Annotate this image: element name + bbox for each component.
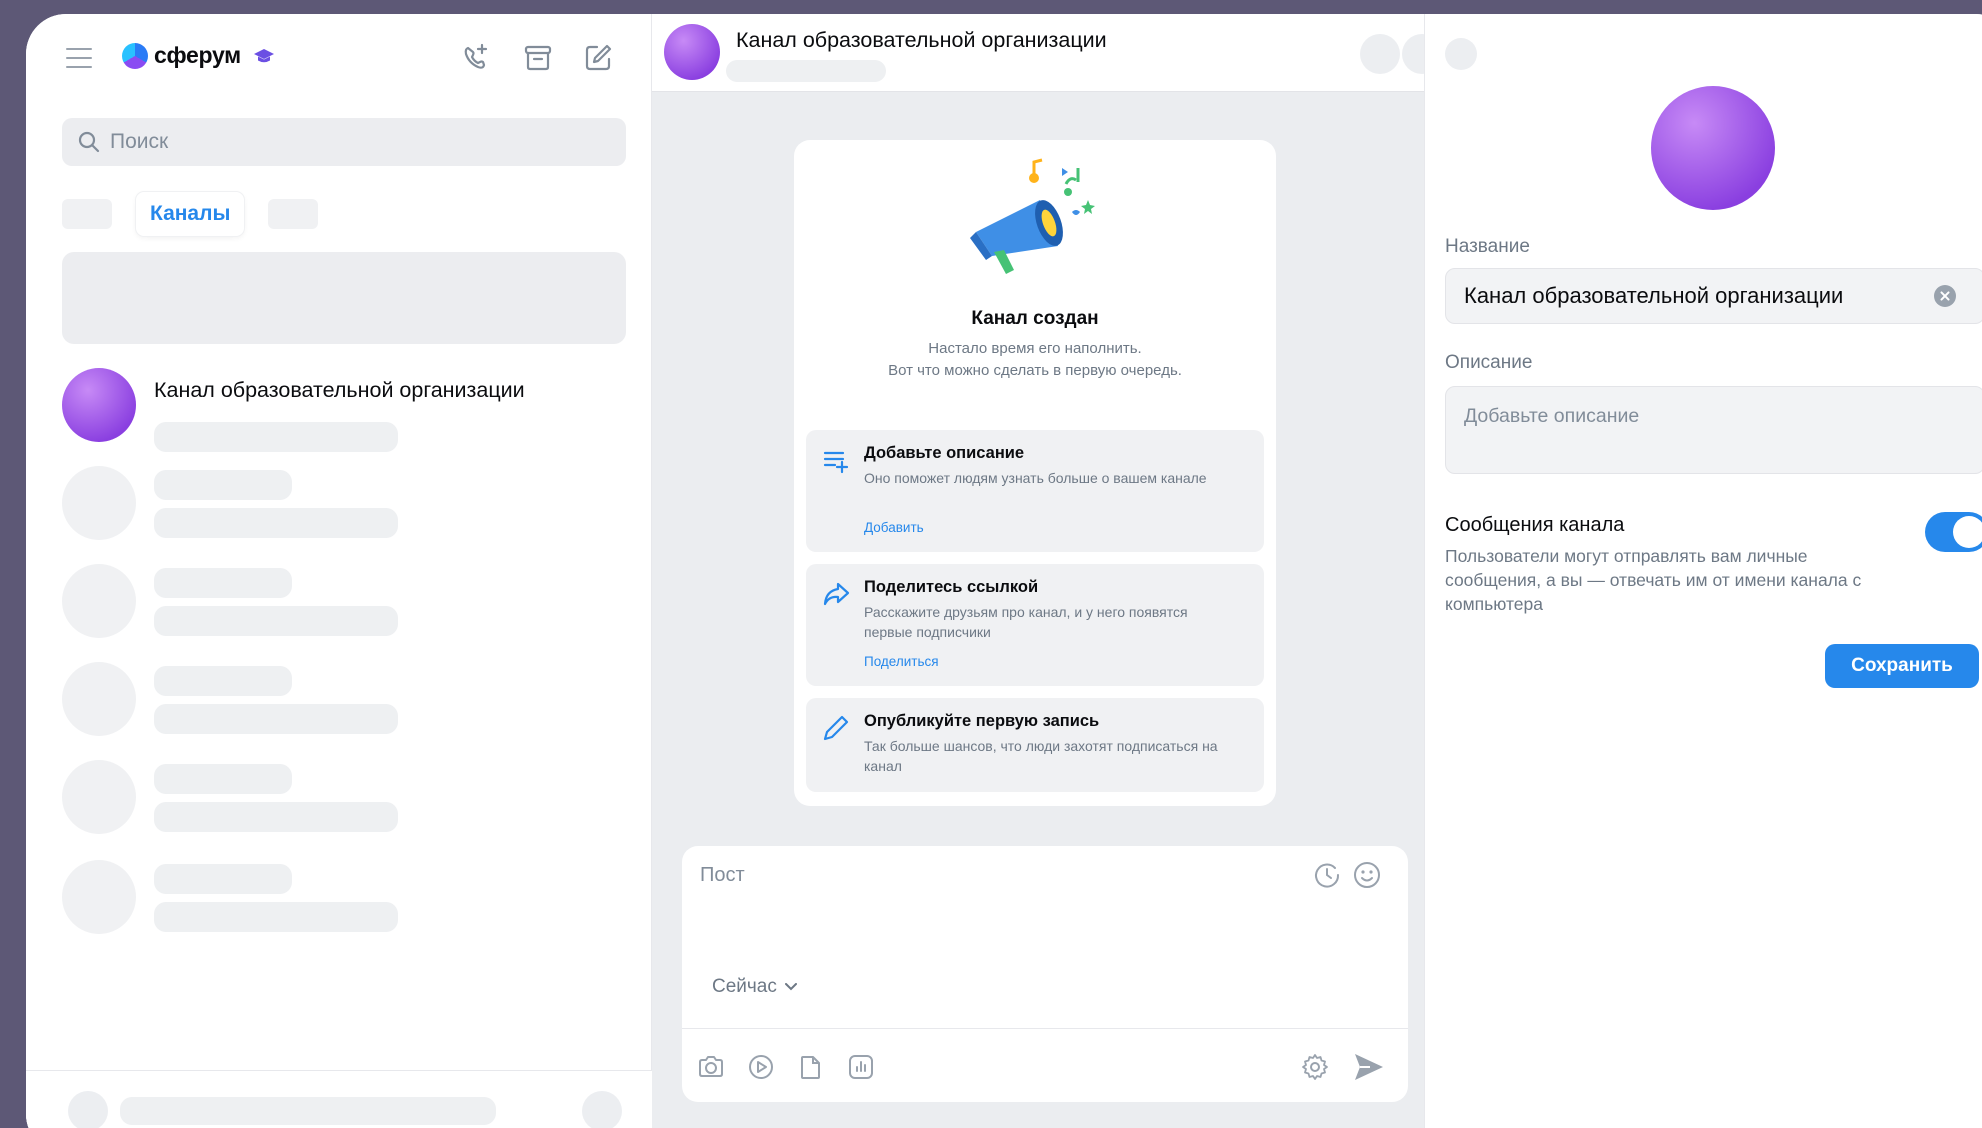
document-icon[interactable] xyxy=(796,1052,826,1082)
timer-icon[interactable] xyxy=(1312,860,1342,890)
add-call-icon[interactable] xyxy=(460,42,492,74)
skeleton-line xyxy=(154,470,292,500)
step-title: Добавьте описание xyxy=(864,444,1025,462)
card-title: Канал создан xyxy=(971,308,1099,329)
description-placeholder: Добавьте описание xyxy=(1464,405,1640,427)
tab-placeholder[interactable] xyxy=(62,199,112,229)
gear-icon[interactable] xyxy=(1300,1052,1330,1082)
messages-toggle[interactable] xyxy=(1925,512,1982,552)
menu-icon[interactable] xyxy=(66,48,92,68)
step-title: Опубликуйте первую запись xyxy=(864,712,1100,730)
clear-icon[interactable] xyxy=(1934,285,1956,307)
footer-avatar-placeholder[interactable] xyxy=(68,1091,108,1128)
sidebar: сферум Поиск Каналы Канал образовательно… xyxy=(26,14,652,1128)
pencil-icon xyxy=(823,715,849,741)
add-list-icon xyxy=(823,451,849,474)
channel-view: Канал образовательной организации Канал … xyxy=(652,14,1442,1128)
chat-title: Канал образовательной организации xyxy=(154,378,525,402)
skeleton-line xyxy=(726,60,886,82)
tab-channels[interactable]: Каналы xyxy=(136,192,245,236)
skeleton-line xyxy=(154,508,398,538)
schedule-select[interactable]: Сейчас xyxy=(712,976,797,998)
search-placeholder: Поиск xyxy=(110,130,169,153)
step-title: Поделитесь ссылкой xyxy=(864,578,1039,596)
schedule-value: Сейчас xyxy=(712,976,777,997)
messages-title: Сообщения канала xyxy=(1445,514,1625,536)
logo: сферум xyxy=(122,42,275,69)
card-subtitle-1: Настало время его наполнить. xyxy=(928,340,1142,357)
divider xyxy=(682,1028,1408,1029)
skeleton-avatar xyxy=(62,760,136,834)
channel-title[interactable]: Канал образовательной организации xyxy=(736,28,1107,53)
post-composer: Пост Сейчас xyxy=(682,846,1408,1102)
skeleton-avatar xyxy=(62,564,136,638)
chat-item-channel[interactable]: Канал образовательной организации xyxy=(62,368,642,452)
skeleton-line xyxy=(154,764,292,794)
name-value: Канал образовательной организации xyxy=(1464,283,1844,308)
back-button-placeholder[interactable] xyxy=(1445,38,1477,70)
skeleton-line xyxy=(154,568,292,598)
channel-header: Канал образовательной организации xyxy=(652,14,1442,92)
compose-icon[interactable] xyxy=(582,42,614,74)
graduation-cap-icon xyxy=(253,48,274,62)
logo-mark-icon xyxy=(122,42,148,69)
search-input[interactable]: Поиск xyxy=(62,118,626,166)
channel-created-card: Канал создан Настало время его наполнить… xyxy=(794,140,1276,806)
skeleton-avatar xyxy=(62,662,136,736)
video-icon[interactable] xyxy=(746,1052,776,1082)
tab-placeholder[interactable] xyxy=(268,199,319,229)
search-icon xyxy=(78,131,100,153)
channel-settings-panel: Название Канал образовательной организац… xyxy=(1424,14,1982,1128)
post-input[interactable]: Пост xyxy=(700,864,745,887)
logo-text: сферум xyxy=(154,42,241,68)
description-label: Описание xyxy=(1445,352,1533,373)
name-label: Название xyxy=(1445,236,1530,257)
step-text: Расскажите друзьям про канал, и у него п… xyxy=(864,604,1188,640)
sidebar-footer xyxy=(26,1070,652,1128)
skeleton-line xyxy=(154,704,398,734)
step-text: Оно поможет людям узнать больше о вашем … xyxy=(864,470,1207,486)
header-action-placeholder[interactable] xyxy=(1360,34,1400,74)
app-window: сферум Поиск Каналы Канал образовательно… xyxy=(26,14,1982,1128)
chevron-down-icon xyxy=(784,983,797,991)
archive-icon[interactable] xyxy=(522,42,554,74)
skeleton-line xyxy=(154,606,398,636)
messages-description: Пользователи могут отправлять вам личные… xyxy=(1445,546,1862,614)
step-text: Так больше шансов, что люди захотят подп… xyxy=(864,738,1218,774)
save-button[interactable]: Сохранить xyxy=(1825,644,1979,688)
tab-bar: Каналы xyxy=(62,190,319,238)
skeleton-line xyxy=(120,1097,496,1125)
skeleton-line xyxy=(154,864,292,894)
skeleton-avatar xyxy=(62,860,136,934)
banner-placeholder xyxy=(62,252,626,344)
skeleton-line xyxy=(154,422,398,452)
add-description-link[interactable]: Добавить xyxy=(864,520,924,535)
description-field[interactable]: Добавьте описание xyxy=(1445,386,1982,474)
skeleton-line xyxy=(154,902,398,932)
step-share-link[interactable]: Поделитесь ссылкой Расскажите друзьям пр… xyxy=(806,564,1264,686)
camera-icon[interactable] xyxy=(696,1052,726,1082)
footer-button-placeholder[interactable] xyxy=(582,1091,622,1128)
step-first-post[interactable]: Опубликуйте первую запись Так больше шан… xyxy=(806,698,1264,792)
skeleton-avatar xyxy=(62,466,136,540)
name-field[interactable]: Канал образовательной организации xyxy=(1445,268,1982,324)
share-link[interactable]: Поделиться xyxy=(864,654,939,669)
poll-icon[interactable] xyxy=(846,1052,876,1082)
megaphone-icon xyxy=(970,158,1095,274)
skeleton-line xyxy=(154,666,292,696)
emoji-icon[interactable] xyxy=(1352,860,1382,890)
avatar[interactable] xyxy=(664,24,720,80)
step-add-description[interactable]: Добавьте описание Оно поможет людям узна… xyxy=(806,430,1264,552)
channel-avatar[interactable] xyxy=(1651,86,1775,210)
card-subtitle-2: Вот что можно сделать в первую очередь. xyxy=(888,362,1182,379)
avatar xyxy=(62,368,136,442)
skeleton-line xyxy=(154,802,398,832)
share-icon xyxy=(823,582,850,606)
send-icon[interactable] xyxy=(1352,1050,1386,1084)
